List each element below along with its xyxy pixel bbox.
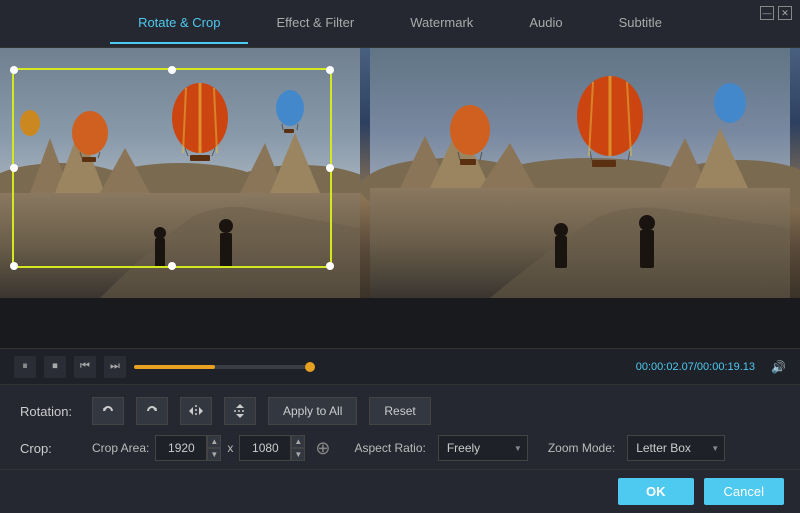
rotation-label: Rotation: [20, 404, 80, 419]
output-video-panel: video.avi Output: 1920x1080 [360, 48, 800, 348]
tab-audio[interactable]: Audio [501, 3, 590, 44]
zoom-mode-label: Zoom Mode: [548, 441, 615, 455]
crop-row: Crop: Crop Area: ▲ ▼ x ▲ ▼ ⊕ Aspect [20, 435, 780, 461]
reset-button[interactable]: Reset [369, 397, 430, 425]
crop-handle-bl[interactable] [10, 262, 18, 270]
aspect-ratio-select[interactable]: Freely 16:9 4:3 1:1 9:16 [438, 435, 528, 461]
close-button[interactable]: ✕ [778, 6, 792, 20]
tab-subtitle[interactable]: Subtitle [591, 3, 690, 44]
rotate-right-button[interactable] [136, 397, 168, 425]
apply-to-all-button[interactable]: Apply to All [268, 397, 357, 425]
stop-button[interactable]: ⏹ [44, 356, 66, 378]
next-button[interactable]: ⏭ [104, 356, 126, 378]
crop-handle-tr[interactable] [326, 66, 334, 74]
crop-width-spinners: ▲ ▼ [207, 435, 221, 461]
volume-icon[interactable]: 🔊 [771, 360, 786, 374]
crop-x-separator: x [227, 441, 233, 455]
original-video-thumb [0, 48, 360, 298]
crop-height-up[interactable]: ▲ [291, 435, 305, 448]
pause-button[interactable]: ⏸ [14, 356, 36, 378]
zoom-mode-select-wrapper: Letter Box Pan & Scan Full ▼ [627, 435, 725, 461]
crop-handle-bm[interactable] [168, 262, 176, 270]
cancel-button[interactable]: Cancel [704, 478, 784, 505]
crop-width-input-wrapper: ▲ ▼ [155, 435, 221, 461]
original-video-panel: Original: 1920x1080 👁 [0, 48, 360, 348]
tab-effect-filter[interactable]: Effect & Filter [248, 3, 382, 44]
output-video-thumb [360, 48, 800, 298]
crop-handle-br[interactable] [326, 262, 334, 270]
crop-handle-tm[interactable] [168, 66, 176, 74]
aspect-ratio-label: Aspect Ratio: [354, 441, 425, 455]
prev-button[interactable]: ⏮ [74, 356, 96, 378]
tab-rotate-crop[interactable]: Rotate & Crop [110, 3, 248, 44]
crop-width-up[interactable]: ▲ [207, 435, 221, 448]
crop-height-down[interactable]: ▼ [291, 448, 305, 461]
bottom-bar: OK Cancel [0, 469, 800, 513]
controls-bar: ⏸ ⏹ ⏮ ⏭ 00:00:02.07/00:00:19.13 🔊 [0, 348, 800, 384]
rotation-row: Rotation: [20, 397, 780, 425]
crop-label: Crop: [20, 441, 80, 456]
flip-vertical-button[interactable] [224, 397, 256, 425]
crop-height-input-wrapper: ▲ ▼ [239, 435, 305, 461]
progress-thumb[interactable] [305, 362, 315, 372]
rotate-left-button[interactable] [92, 397, 124, 425]
ok-button[interactable]: OK [618, 478, 694, 505]
crop-width-input[interactable] [155, 435, 207, 461]
flip-horizontal-button[interactable] [180, 397, 212, 425]
time-display: 00:00:02.07/00:00:19.13 [636, 361, 755, 373]
crop-height-spinners: ▲ ▼ [291, 435, 305, 461]
video-area: Original: 1920x1080 👁 [0, 48, 800, 348]
crop-area-group: Crop Area: ▲ ▼ x ▲ ▼ ⊕ [92, 435, 334, 461]
tab-bar: Rotate & Crop Effect & Filter Watermark … [0, 0, 800, 48]
minimize-button[interactable]: — [760, 6, 774, 20]
crop-height-input[interactable] [239, 435, 291, 461]
zoom-mode-select[interactable]: Letter Box Pan & Scan Full [627, 435, 725, 461]
crop-handle-rm[interactable] [326, 164, 334, 172]
progress-track[interactable] [134, 365, 314, 369]
crop-width-down[interactable]: ▼ [207, 448, 221, 461]
center-crop-icon[interactable]: ⊕ [315, 438, 330, 459]
crop-area-label: Crop Area: [92, 441, 149, 455]
aspect-ratio-select-wrapper: Freely 16:9 4:3 1:1 9:16 ▼ [438, 435, 528, 461]
crop-overlay[interactable] [12, 68, 332, 268]
tab-watermark[interactable]: Watermark [382, 3, 501, 44]
crop-handle-tl[interactable] [10, 66, 18, 74]
title-bar: — ✕ [752, 0, 800, 26]
crop-handle-lm[interactable] [10, 164, 18, 172]
progress-fill [134, 365, 215, 369]
